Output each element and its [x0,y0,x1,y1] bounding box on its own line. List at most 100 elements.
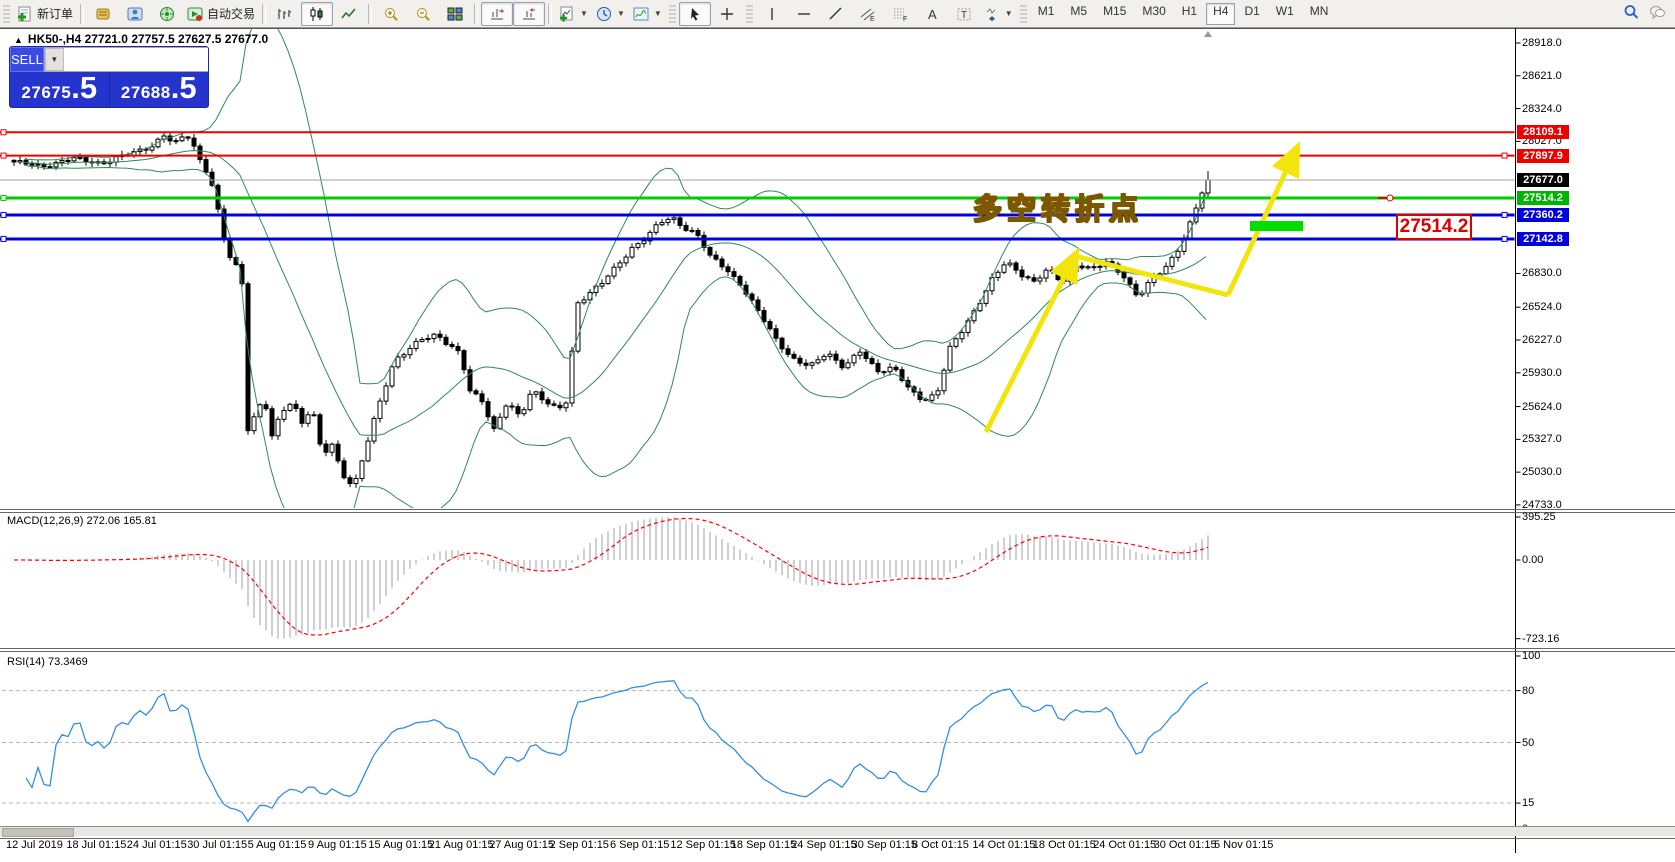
y-axis-tick-label: 24733.0 [1522,499,1562,511]
toolbar-grip[interactable] [669,5,676,23]
timeframe-mn[interactable]: MN [1303,3,1336,25]
chart-line-button[interactable] [333,2,365,26]
current-price-tag: 27677.0 [1517,173,1569,187]
toolbar-grip[interactable] [3,5,10,23]
chart-bars-button[interactable] [269,2,301,26]
new-chart-button[interactable]: ▼ [555,2,592,26]
horizontal-scrollbar[interactable] [0,826,1675,836]
macd-axis-label: 0.00 [1522,554,1543,566]
cursor-button[interactable] [679,2,711,26]
scrollbar-thumb[interactable] [2,828,74,837]
level-price-tag: 27360.2 [1517,208,1569,222]
market-watch-button[interactable] [87,2,119,26]
timeframe-d1[interactable]: D1 [1237,3,1266,25]
horizontal-line-button[interactable] [788,2,820,26]
x-axis-date-label: 12 Sep 01:15 [670,839,735,851]
chart-shift-button[interactable] [481,2,513,26]
chart-bars-icon [277,6,293,22]
timeframe-m1[interactable]: M1 [1031,3,1062,25]
vertical-line-button[interactable] [756,2,788,26]
fibonacci-button[interactable]: F [884,2,916,26]
zoom-out-button[interactable] [407,2,439,26]
auto-scroll-icon [521,6,537,22]
dropdown-arrow-icon[interactable]: ▼ [654,9,662,18]
chart-candles-icon [309,6,325,22]
green-highlight-rectangle[interactable] [1250,221,1303,231]
y-axis-tick-label: 25624.0 [1522,401,1562,413]
chat-icon [1649,4,1665,20]
chart-window[interactable]: ▲HK50-,H4 27721.0 27757.5 27627.5 27677.… [0,28,1675,854]
x-axis-date-label: 18 Jul 01:15 [66,839,126,851]
yellow-arrow-up-1[interactable] [986,256,1075,432]
channel-button[interactable]: E [852,2,884,26]
y-axis-tick-label: 26227.0 [1522,334,1562,346]
volume-decrease-button[interactable]: ▼ [45,48,64,71]
toolbar-grip[interactable] [1020,5,1027,23]
sell-button[interactable]: SELL [10,47,44,72]
svg-text:F: F [903,16,907,22]
rsi-indicator-label: RSI(14) 73.3469 [7,656,88,668]
timeframe-h1[interactable]: H1 [1175,3,1204,25]
yellow-trend-segment[interactable] [1075,256,1228,295]
new-order-button-label: 新订单 [37,5,73,22]
buy-price[interactable]: 27688.5 [110,72,209,107]
symbol-ohlc-line: ▲HK50-,H4 27721.0 27757.5 27627.5 27677.… [14,32,268,46]
timeframe-w1[interactable]: W1 [1269,3,1301,25]
price-chart-canvas[interactable] [0,28,1675,854]
new-order-button[interactable]: 新订单 [13,2,77,26]
crosshair-icon [719,6,735,22]
level-price-tag: 27514.2 [1517,191,1569,205]
autotrade-button[interactable]: 自动交易 [183,2,259,26]
chat-icon[interactable] [1649,4,1665,23]
channel-icon: E [860,6,876,22]
signals-button[interactable] [151,2,183,26]
autotrade-icon [187,6,203,22]
x-axis-date-label: 18 Sep 01:15 [731,839,796,851]
zoom-in-button[interactable] [375,2,407,26]
svg-text:E: E [870,16,875,22]
y-axis-tick-label: 28324.0 [1522,103,1562,115]
chart-annotation-text[interactable]: 多空转折点 [973,186,1143,228]
dropdown-arrow-icon[interactable]: ▼ [617,9,625,18]
mt4-terminal: 新订单 自动交易 ▼ ▼ ▼ E F AT ▼ M1M5M15M30H1H4D1W1MN ▲HK5… [0,0,1675,862]
timeframe-m15[interactable]: M15 [1096,3,1133,25]
level-price-tag: 28109.1 [1517,125,1569,139]
one-click-trading-panel: SELL ▼ ▲ BUY 27675.5 27688.5 [10,47,208,107]
toolbar-separator [474,4,478,24]
profile-button[interactable] [119,2,151,26]
chart-candles-button[interactable] [301,2,333,26]
dropdown-arrow-icon[interactable]: ▼ [1005,9,1013,18]
timeframe-m5[interactable]: M5 [1063,3,1094,25]
x-axis-date-label: 27 Aug 01:15 [489,839,554,851]
rsi-panel [2,681,1515,822]
tile-windows-button[interactable] [439,2,471,26]
crosshair-button[interactable] [711,2,743,26]
arrows-button[interactable]: ▼ [980,2,1017,26]
price-callout-label[interactable]: 27514.2 [1396,214,1472,240]
x-axis-date-label: 21 Aug 01:15 [429,839,494,851]
trendline-button[interactable] [820,2,852,26]
search-icon [1623,4,1639,20]
templates-button[interactable]: ▼ [629,2,666,26]
search-icon[interactable] [1623,4,1639,23]
x-axis-date-label: 9 Aug 01:15 [308,839,367,851]
timeframe-m30[interactable]: M30 [1135,3,1172,25]
sell-price[interactable]: 27675.5 [10,72,110,107]
svg-text:A: A [928,7,937,22]
y-axis-tick-label: 26830.0 [1522,267,1562,279]
arrows-icon [984,6,1000,22]
y-axis-tick-label: 25930.0 [1522,367,1562,379]
toolbar-grip[interactable] [746,5,753,23]
text-label-button[interactable]: T [948,2,980,26]
volume-input[interactable] [64,48,208,71]
y-axis-tick-label: 28621.0 [1522,70,1562,82]
main-toolbar: 新订单 自动交易 ▼ ▼ ▼ E F AT ▼ M1M5M15M30H1H4D1W1MN [0,0,1675,28]
dropdown-arrow-icon[interactable]: ▼ [580,9,588,18]
text-button[interactable]: A [916,2,948,26]
periods-button[interactable]: ▼ [592,2,629,26]
timeframe-h4[interactable]: H4 [1206,3,1235,25]
profile-icon [127,6,143,22]
auto-scroll-button[interactable] [513,2,545,26]
x-axis-date-label: 5 Aug 01:15 [248,839,307,851]
macd-panel [14,517,1208,639]
